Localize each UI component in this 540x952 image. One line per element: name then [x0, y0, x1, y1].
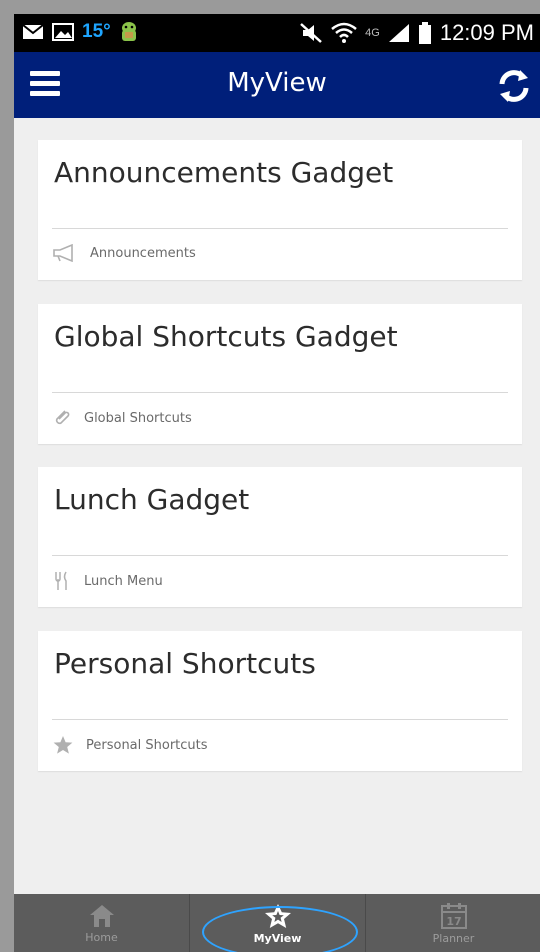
wifi-icon [331, 22, 357, 44]
card-title: Announcements Gadget [54, 156, 394, 189]
tab-myview-label: MyView [253, 931, 302, 945]
frame-border-left [0, 0, 14, 952]
calendar-day: 17 [446, 915, 461, 928]
status-bar-left: 15° [22, 20, 139, 44]
bottom-tab-bar: Home MyView 17 Planner [14, 894, 540, 952]
frame-border-top [0, 0, 540, 14]
card-divider [52, 228, 508, 229]
home-icon [89, 904, 114, 927]
card-footer-label: Announcements [90, 245, 196, 261]
card-lunch-gadget[interactable]: Lunch Gadget Lunch Menu [38, 467, 522, 607]
card-title: Lunch Gadget [54, 483, 250, 516]
app-bar: MyView [14, 52, 540, 118]
tab-home-label: Home [85, 930, 118, 944]
status-temperature: 15° [82, 21, 111, 42]
card-divider [52, 555, 508, 556]
utensils-icon [55, 571, 67, 590]
paperclip-icon [55, 410, 70, 425]
refresh-button[interactable] [494, 66, 534, 106]
tab-planner-label: Planner [432, 931, 475, 945]
battery-icon [418, 22, 432, 44]
phone-screen: 15° 4G 12:09 PM MyView Announcements Gad… [14, 14, 540, 952]
status-bar-right: 4G 12:09 PM [299, 20, 534, 46]
gallery-icon [52, 23, 74, 41]
card-footer-label: Global Shortcuts [84, 410, 192, 426]
gadget-list: Announcements Gadget Announcements Globa… [14, 118, 540, 894]
status-bar: 15° 4G 12:09 PM [14, 14, 540, 52]
card-footer-label: Personal Shortcuts [86, 737, 208, 753]
card-footer[interactable]: Personal Shortcuts [52, 735, 208, 755]
card-global-shortcuts-gadget[interactable]: Global Shortcuts Gadget Global Shortcuts [38, 304, 522, 444]
mute-icon [299, 22, 323, 44]
signal-icon [388, 23, 410, 43]
card-personal-shortcuts[interactable]: Personal Shortcuts Personal Shortcuts [38, 631, 522, 771]
network-type-label: 4G [365, 27, 380, 39]
calendar-icon: 17 [440, 902, 467, 929]
card-title: Global Shortcuts Gadget [54, 320, 398, 353]
android-icon [119, 20, 139, 44]
star-icon [53, 736, 73, 754]
device-frame: 15° 4G 12:09 PM MyView Announcements Gad… [0, 0, 540, 952]
card-announcements-gadget[interactable]: Announcements Gadget Announcements [38, 140, 522, 280]
card-footer[interactable]: Global Shortcuts [52, 408, 192, 428]
tab-planner[interactable]: 17 Planner [366, 894, 540, 952]
star-badge-icon [264, 903, 291, 928]
refresh-icon [499, 70, 529, 102]
megaphone-icon [53, 244, 73, 262]
tab-myview[interactable]: MyView [190, 894, 365, 952]
card-divider [52, 719, 508, 720]
mail-icon [22, 24, 44, 40]
status-time: 12:09 PM [439, 20, 534, 45]
app-title: MyView [227, 68, 327, 98]
card-footer-label: Lunch Menu [84, 573, 163, 589]
card-footer[interactable]: Lunch Menu [52, 571, 163, 591]
card-footer[interactable]: Announcements [52, 244, 196, 262]
card-title: Personal Shortcuts [54, 647, 316, 680]
tab-home[interactable]: Home [14, 894, 189, 952]
card-divider [52, 392, 508, 393]
